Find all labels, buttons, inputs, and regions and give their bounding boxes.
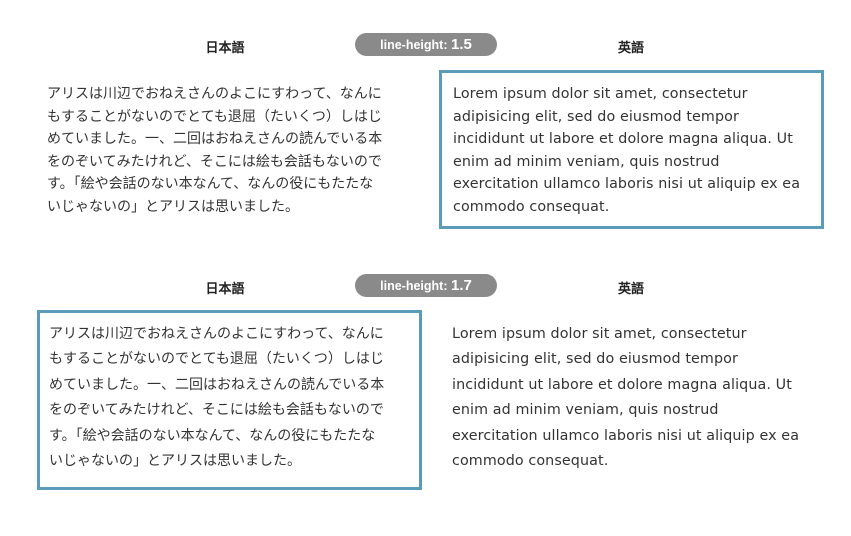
line-height-badge: line-height: 1.5 (355, 33, 497, 56)
text-line: アリスは川辺でおねえさんのよこにすわって、なんに (47, 86, 382, 102)
english-text-block-highlighted: Lorem ipsum dolor sit amet, consectetur … (439, 70, 824, 229)
text-line: exercitation ullamco laboris nisi ut ali… (452, 427, 800, 444)
text-line: す。「絵や会話のない本なんて、なんの役にもたたな (49, 427, 376, 444)
badge-value: 1.5 (450, 36, 472, 53)
english-text-block: Lorem ipsum dolor sit amet, consectetur … (452, 322, 799, 474)
text-line: Lorem ipsum dolor sit amet, consectetur (452, 326, 747, 342)
english-header: 英語 (617, 41, 645, 56)
japanese-text-block-highlighted: アリスは川辺でおねえさんのよこにすわって、なんに もすることがないのでとても退屈… (37, 310, 422, 490)
text-line: めていました。一、二回はおねえさんの読んでいる本 (47, 131, 383, 147)
text-line: もすることがないのでとても退屈（たいくつ）しはじ (49, 351, 384, 368)
english-header: 英語 (617, 282, 645, 297)
text-line: もすることがないのでとても退屈（たいくつ）しはじ (47, 108, 382, 125)
text-line: Lorem ipsum dolor sit amet, consectetur (453, 86, 748, 102)
badge-label: line-height: (380, 279, 448, 293)
text-line: enim ad minim veniam, quis nostrud (453, 153, 720, 170)
text-line: をのぞいてみたけれど、そこには絵も会話もないので (47, 153, 382, 170)
text-line: アリスは川辺でおねえさんのよこにすわって、なんに (49, 326, 384, 342)
japanese-header: 日本語 (205, 41, 245, 56)
text-line: commodo consequat. (452, 453, 609, 470)
japanese-header: 日本語 (205, 282, 245, 297)
text-line: いじゃないの」とアリスは思いました。 (49, 453, 301, 470)
text-line: enim ad minim veniam, quis nostrud (452, 402, 719, 419)
text-line: めていました。一、二回はおねえさんの読んでいる本 (49, 376, 385, 393)
text-line: incididunt ut labore et dolore magna ali… (452, 376, 792, 393)
text-line: いじゃないの」とアリスは思いました。 (47, 198, 299, 215)
line-height-badge: line-height: 1.7 (355, 274, 497, 297)
text-line: adipisicing elit, sed do eiusmod tempor (453, 108, 739, 125)
text-line: をのぞいてみたけれど、そこには絵も会話もないので (49, 402, 384, 419)
text-line: incididunt ut labore et dolore magna ali… (453, 131, 793, 147)
badge-value: 1.7 (450, 277, 472, 294)
japanese-text-block: アリスは川辺でおねえさんのよこにすわって、なんに もすることがないのでとても退屈… (47, 83, 382, 218)
text-line: す。「絵や会話のない本なんて、なんの役にもたたな (47, 176, 374, 192)
text-line: exercitation ullamco laboris nisi ut ali… (453, 176, 801, 192)
text-line: commodo consequat. (453, 198, 610, 215)
text-line: adipisicing elit, sed do eiusmod tempor (452, 351, 738, 368)
badge-label: line-height: (380, 38, 448, 52)
